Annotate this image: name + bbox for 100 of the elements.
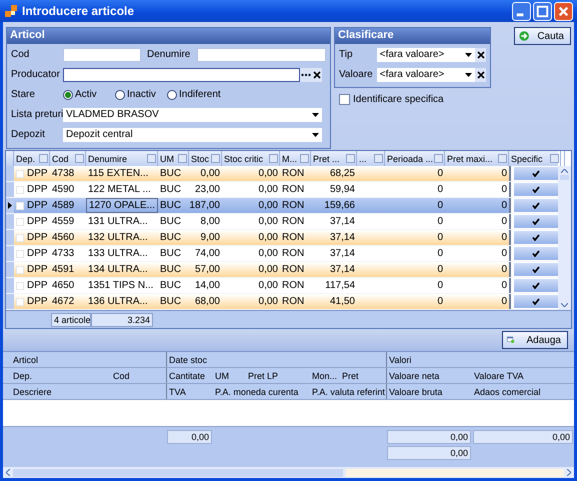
column-header[interactable]: P.A. moneda curenta	[213, 384, 310, 399]
row-checkbox[interactable]	[16, 266, 24, 274]
row-indicator[interactable]	[6, 198, 14, 213]
denumire-field[interactable]	[197, 48, 326, 62]
producator-field[interactable]	[63, 68, 300, 82]
row-checkbox[interactable]	[16, 218, 24, 226]
column-header[interactable]: Mon...	[310, 368, 340, 383]
scroll-right-icon[interactable]	[567, 469, 571, 476]
maximize-button[interactable]	[533, 2, 552, 20]
clear-icon[interactable]	[311, 68, 322, 82]
specific-toggle[interactable]	[514, 295, 558, 308]
caret-icon[interactable]	[465, 72, 472, 76]
filter-icon[interactable]	[346, 154, 355, 163]
identificare-checkbox[interactable]: Identificare specifica	[339, 94, 491, 105]
clear-icon[interactable]	[475, 48, 486, 62]
caret-icon[interactable]	[312, 112, 319, 116]
table-cell: 0	[437, 248, 443, 259]
specific-toggle[interactable]	[514, 231, 558, 244]
filter-icon[interactable]	[374, 154, 383, 163]
search-button[interactable]: Cauta	[514, 27, 571, 45]
radio-label[interactable]: Inactiv	[127, 89, 156, 100]
table-cell: 0,00	[258, 280, 278, 291]
row-checkbox[interactable]	[16, 282, 24, 290]
warehouse-dropdown[interactable]: Depozit central	[63, 128, 322, 142]
specific-toggle[interactable]	[514, 215, 558, 228]
minimize-button[interactable]	[512, 2, 531, 20]
price-list-dropdown[interactable]: VLADMED BRASOV	[63, 108, 322, 122]
table-cell: 74,00	[194, 248, 220, 259]
add-button[interactable]: Adauga	[502, 331, 568, 349]
table-cell: 37,14	[330, 248, 355, 259]
table-row[interactable]: DPP 4650 1351 TIPS N... BUC 14,00 0,00 RON 117,54 0 0	[6, 278, 558, 294]
column-header[interactable]: Pret	[340, 368, 386, 383]
table-row[interactable]: DPP 4590 122 METAL ... BUC 23,00 0,00 RON 59,94 0 0	[6, 182, 558, 198]
table-cell: 0	[501, 248, 507, 259]
radio-button[interactable]	[63, 90, 73, 100]
column-header[interactable]: TVA	[166, 384, 213, 399]
vertical-scrollbar[interactable]	[558, 166, 571, 310]
specific-toggle[interactable]	[514, 279, 558, 292]
column-header[interactable]: Valoare TVA	[472, 368, 574, 383]
scroll-left-icon[interactable]	[6, 469, 10, 476]
value-dropdown[interactable]: <fara valoare>	[376, 48, 476, 62]
table-row[interactable]: DPP 4591 134 ULTRA... BUC 57,00 0,00 RON 37,14 0 0	[6, 262, 558, 278]
filter-icon[interactable]	[211, 154, 220, 163]
table-row[interactable]: DPP 4589 1270 OPALE... BUC 187,00 0,00 RON 159,66 0 0	[6, 198, 558, 214]
scroll-thumb[interactable]	[13, 468, 343, 476]
filter-icon[interactable]	[434, 154, 444, 163]
table-cell: DPP	[27, 200, 48, 211]
row-checkbox[interactable]	[16, 298, 24, 306]
filter-icon[interactable]	[550, 154, 559, 163]
specific-toggle[interactable]	[514, 263, 558, 276]
filter-icon[interactable]	[39, 154, 48, 163]
table-row[interactable]: DPP 4733 133 ULTRA... BUC 74,00 0,00 RON 37,14 0 0	[6, 246, 558, 262]
radio-button[interactable]	[115, 90, 125, 100]
radio-label[interactable]: Indiferent	[179, 89, 221, 100]
row-checkbox[interactable]	[16, 234, 24, 242]
table-row[interactable]: DPP 4738 115 EXTEN... BUC 0,00 0,00 RON 68,25 0 0	[6, 166, 558, 182]
scroll-down-icon[interactable]	[561, 303, 568, 307]
column-header[interactable]: Pret LP	[246, 368, 310, 383]
table-row[interactable]: DPP 4559 131 ULTRA... BUC 8,00 0,00 RON 37,14 0 0	[6, 214, 558, 230]
radio-button[interactable]	[167, 90, 177, 100]
specific-toggle[interactable]	[514, 167, 558, 180]
scroll-up-icon[interactable]	[561, 169, 568, 173]
specific-toggle[interactable]	[514, 199, 558, 212]
column-header[interactable]: Valoare neta	[386, 368, 472, 383]
filter-icon[interactable]	[269, 154, 278, 163]
radio-label[interactable]: Activ	[75, 89, 97, 100]
horizontal-scrollbar[interactable]	[3, 467, 574, 478]
caret-icon[interactable]	[312, 132, 319, 136]
row-checkbox[interactable]	[16, 250, 24, 258]
column-header[interactable]: Adaos comercial	[472, 384, 574, 399]
browse-icon[interactable]	[300, 68, 311, 82]
cod-field[interactable]	[63, 48, 141, 62]
filter-icon[interactable]	[147, 154, 156, 163]
column-header[interactable]: Cantitate	[166, 368, 213, 383]
field-label: Cod	[11, 49, 30, 60]
table-cell: 0,00	[258, 216, 278, 227]
table-row[interactable]: DPP 4672 136 ULTRA... BUC 68,00 0,00 RON 41,50 0 0	[6, 294, 558, 310]
column-header[interactable]: Dep.	[11, 368, 111, 383]
column-header[interactable]: P.A. valuta referint	[310, 384, 386, 399]
table-cell: DPP	[27, 232, 48, 243]
column-header[interactable]: Valoare bruta	[386, 384, 472, 399]
table-row[interactable]: DPP 4560 132 ULTRA... BUC 9,00 0,00 RON 37,14 0 0	[6, 230, 558, 246]
clear-icon[interactable]	[475, 68, 486, 82]
caret-icon[interactable]	[465, 52, 472, 56]
column-header[interactable]: Cod	[111, 368, 166, 383]
row-checkbox[interactable]	[16, 186, 24, 194]
specific-toggle[interactable]	[514, 183, 558, 196]
filter-icon[interactable]	[498, 154, 507, 163]
row-checkbox[interactable]	[16, 170, 24, 178]
row-checkbox[interactable]	[16, 202, 24, 210]
filter-icon[interactable]	[75, 154, 84, 163]
filter-icon[interactable]	[300, 154, 309, 163]
value-dropdown[interactable]: <fara valoare>	[376, 68, 476, 82]
column-header[interactable]: Descriere	[11, 384, 166, 399]
scroll-thumb[interactable]	[560, 175, 569, 180]
column-header[interactable]: UM	[213, 368, 246, 383]
close-button[interactable]	[554, 2, 573, 20]
specific-toggle[interactable]	[514, 247, 558, 260]
filter-icon[interactable]	[178, 154, 187, 163]
table-cell: 0	[437, 168, 443, 179]
